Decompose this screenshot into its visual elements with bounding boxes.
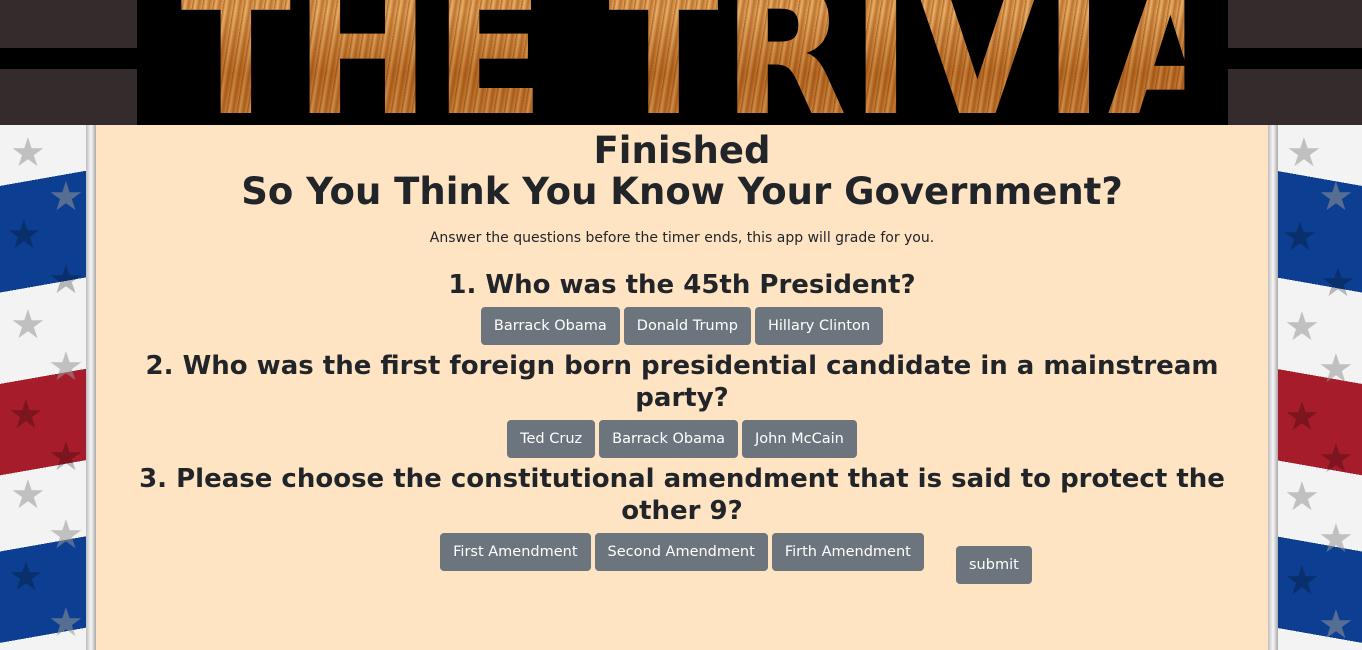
star-icon: ★: [10, 472, 46, 518]
star-icon: ★: [1318, 516, 1354, 562]
answer-button-3-1[interactable]: First Amendment: [440, 533, 591, 571]
left-flag-decoration: ★ ★ ★ ★ ★ ★ ★ ★ ★ ★ ★ ★: [0, 125, 96, 650]
question-2: 2. Who was the first foreign born presid…: [145, 351, 1219, 413]
title-banner: THE TRIVIA GAME: [137, 0, 1228, 125]
flag-pole: [1268, 125, 1278, 650]
answer-group-2: Ted Cruz Barrack Obama John McCain: [96, 420, 1268, 458]
answer-group-3: First Amendment Second Amendment Firth A…: [96, 533, 1268, 571]
instructions-text: Answer the questions before the timer en…: [429, 230, 935, 246]
answer-button-2-2[interactable]: Barrack Obama: [599, 420, 739, 458]
answer-button-2-3[interactable]: John McCain: [742, 420, 857, 458]
star-icon: ★: [1320, 260, 1356, 306]
star-icon: ★: [48, 434, 84, 480]
quiz-container: Finished So You Think You Know Your Gove…: [96, 125, 1268, 650]
star-icon: ★: [1286, 130, 1322, 176]
flag-pole: [86, 125, 96, 650]
banner-logo-text: THE TRIVIA GAME: [180, 0, 1185, 125]
star-icon: ★: [8, 392, 44, 438]
star-icon: ★: [10, 130, 46, 176]
star-icon: ★: [6, 212, 42, 258]
star-icon: ★: [1284, 394, 1320, 440]
star-icon: ★: [1284, 304, 1320, 350]
star-icon: ★: [1318, 346, 1354, 392]
page-title: So You Think You Know Your Government?: [241, 170, 1123, 213]
answer-group-1: Barrack Obama Donald Trump Hillary Clint…: [96, 307, 1268, 345]
star-icon: ★: [10, 302, 46, 348]
answer-button-1-3[interactable]: Hillary Clinton: [754, 307, 884, 345]
star-icon: ★: [1284, 474, 1320, 520]
star-icon: ★: [1318, 174, 1354, 220]
star-icon: ★: [8, 554, 44, 600]
answer-button-2-1[interactable]: Ted Cruz: [507, 420, 596, 458]
question-3: 3. Please choose the constitutional amen…: [139, 464, 1225, 526]
submit-button[interactable]: submit: [956, 546, 1032, 584]
answer-button-1-1[interactable]: Barrack Obama: [480, 307, 620, 345]
star-icon: ★: [48, 512, 84, 558]
star-icon: ★: [48, 257, 84, 303]
star-icon: ★: [48, 600, 84, 646]
answer-button-3-3[interactable]: Firth Amendment: [771, 533, 924, 571]
answer-button-3-2[interactable]: Second Amendment: [594, 533, 768, 571]
star-icon: ★: [1284, 558, 1320, 604]
star-icon: ★: [48, 344, 84, 390]
right-flag-decoration: ★ ★ ★ ★ ★ ★ ★ ★ ★ ★ ★ ★: [1268, 125, 1362, 650]
question-1: 1. Who was the 45th President?: [448, 270, 916, 300]
star-icon: ★: [1282, 214, 1318, 260]
answer-button-1-2[interactable]: Donald Trump: [623, 307, 751, 345]
star-icon: ★: [48, 174, 84, 220]
star-icon: ★: [1318, 602, 1354, 648]
game-status: Finished: [593, 129, 771, 172]
star-icon: ★: [1318, 436, 1354, 482]
